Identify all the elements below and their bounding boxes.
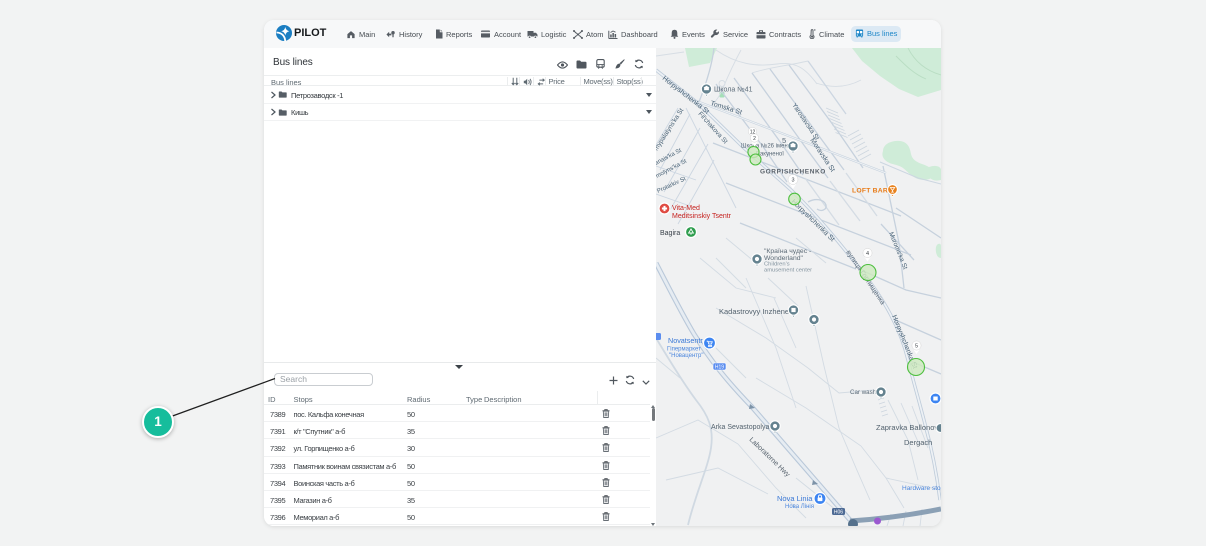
svg-text:5: 5 xyxy=(782,136,786,145)
svg-text:Zapravka Ballonov: Zapravka Ballonov xyxy=(876,423,938,432)
svg-text:3: 3 xyxy=(791,177,794,183)
svg-text:Hardware store: Hardware store xyxy=(902,485,941,492)
svg-text:Novatsentr: Novatsentr xyxy=(668,336,703,345)
svg-text:Bagira: Bagira xyxy=(660,230,680,237)
svg-text:Гіпермаркет: Гіпермаркет xyxy=(667,347,701,353)
svg-text:4: 4 xyxy=(866,251,869,257)
svg-text:2: 2 xyxy=(753,136,756,142)
svg-text:Meditsinskiy Tsentr: Meditsinskiy Tsentr xyxy=(672,213,732,220)
svg-text:Arka Sevastopolya: Arka Sevastopolya xyxy=(711,424,769,431)
svg-text:H19: H19 xyxy=(715,364,724,370)
svg-text:H06: H06 xyxy=(834,509,843,515)
svg-text:Car wash: Car wash xyxy=(850,389,877,396)
svg-text:Нова Лінія: Нова Лінія xyxy=(785,504,814,510)
svg-text:LOFT BAR: LOFT BAR xyxy=(852,187,888,194)
svg-text:Dergach: Dergach xyxy=(904,438,932,447)
svg-text:amusement center: amusement center xyxy=(764,268,812,274)
svg-text:Kadastrovyy Inzhener: Kadastrovyy Inzhener xyxy=(719,307,792,316)
svg-text:Vita-Med: Vita-Med xyxy=(672,205,700,212)
svg-text:"Новацентр": "Новацентр" xyxy=(669,353,704,359)
svg-text:Школа №41: Школа №41 xyxy=(714,87,753,94)
svg-text:Nova Linia: Nova Linia xyxy=(777,494,813,503)
svg-text:5: 5 xyxy=(915,343,918,349)
